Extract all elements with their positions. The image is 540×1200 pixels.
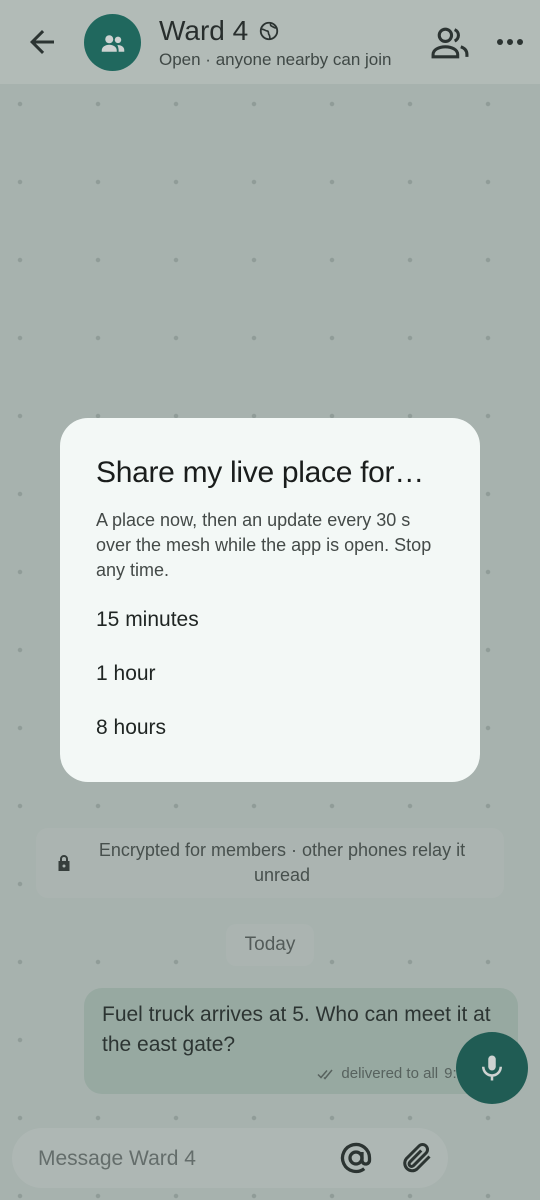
- option-8-hours[interactable]: 8 hours: [96, 701, 444, 755]
- option-15-minutes[interactable]: 15 minutes: [96, 593, 444, 647]
- dialog-description: A place now, then an update every 30 s o…: [96, 510, 432, 580]
- dialog-title: Share my live place for…: [96, 456, 424, 489]
- duration-options: 15 minutes 1 hour 8 hours: [96, 593, 444, 755]
- share-live-location-dialog: Share my live place for… A place now, th…: [60, 418, 480, 782]
- option-1-hour[interactable]: 1 hour: [96, 647, 444, 701]
